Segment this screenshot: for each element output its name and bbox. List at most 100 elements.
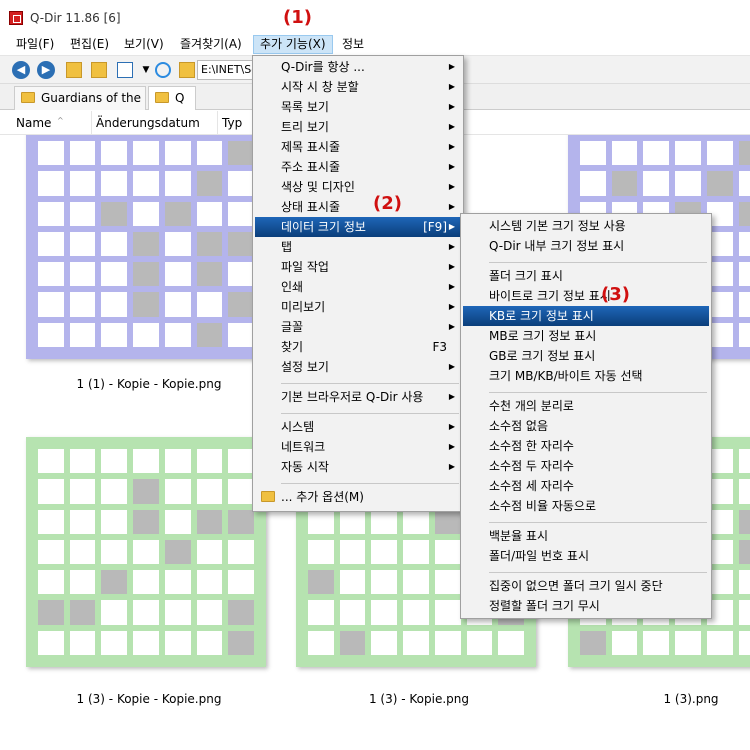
- file-name[interactable]: 1 (3) - Kopie - Kopie.png: [29, 692, 269, 706]
- thumbnail-cell: [738, 630, 750, 655]
- thumbnail-cell: [101, 231, 128, 257]
- thumbnail-cell: [133, 231, 159, 257]
- thumbnail-cell: [403, 539, 429, 565]
- submenu-folder-size[interactable]: 폴더 크기 표시: [463, 266, 709, 286]
- submenu-no-decimal[interactable]: 소수점 없음: [463, 416, 709, 436]
- menu-item-more-options[interactable]: ... 추가 옵션(M): [255, 487, 461, 507]
- thumbnail-cell: [69, 141, 96, 166]
- file-name[interactable]: 1 (3) - Kopie.png: [299, 692, 539, 706]
- forward-icon[interactable]: ▶: [37, 61, 55, 79]
- thumbnail-cell: [675, 141, 701, 166]
- menu-item-list-view[interactable]: 목록 보기 ▶: [255, 97, 461, 117]
- menu-item-always[interactable]: Q-Dir를 항상 ... ▶: [255, 57, 461, 77]
- thumbnail-cell: [228, 479, 254, 504]
- menu-item-data-size[interactable]: 데이터 크기 정보 [F9] ▶: [255, 217, 461, 237]
- submenu-arrow-icon: ▶: [448, 262, 455, 271]
- refresh-icon[interactable]: [155, 62, 171, 78]
- submenu-kb[interactable]: KB로 크기 정보 표시: [463, 306, 709, 326]
- submenu-count[interactable]: 폴더/파일 번호 표시: [463, 546, 709, 566]
- thumbnail-cell: [101, 322, 128, 347]
- thumbnail-cell: [69, 539, 96, 565]
- column-name[interactable]: ^ Name: [12, 111, 92, 135]
- menu-view[interactable]: 보기(V): [118, 35, 170, 54]
- menu-item-colors[interactable]: 색상 및 디자인 ▶: [255, 177, 461, 197]
- submenu-auto-decimal[interactable]: 소수점 비율 자동으로: [463, 496, 709, 516]
- menu-item-system[interactable]: 시스템 ▶: [255, 417, 461, 437]
- menu-item-title-bar[interactable]: 제목 표시줄 ▶: [255, 137, 461, 157]
- view-mode-icon[interactable]: [117, 62, 133, 78]
- submenu-system-default[interactable]: 시스템 기본 크기 정보 사용: [463, 216, 709, 236]
- data-size-submenu: 시스템 기본 크기 정보 사용 Q-Dir 내부 크기 정보 표시 폴더 크기 …: [460, 213, 712, 619]
- submenu-arrow-icon: ▶: [448, 302, 455, 311]
- thumbnail-cell: [69, 630, 96, 655]
- menu-item-tree-view[interactable]: 트리 보기 ▶: [255, 117, 461, 137]
- back-icon[interactable]: ◀: [12, 61, 30, 79]
- submenu-ignore-sort[interactable]: 정렬할 폴더 크기 무시: [463, 596, 709, 616]
- view-dropdown-icon[interactable]: ▼: [138, 62, 154, 78]
- submenu-thousands[interactable]: 수천 개의 분리로: [463, 396, 709, 416]
- menu-file[interactable]: 파일(F): [10, 35, 60, 54]
- menu-extras[interactable]: 추가 기능(X): [253, 35, 333, 54]
- new-folder-icon[interactable]: [91, 62, 107, 78]
- menu-info[interactable]: 정보: [336, 35, 370, 54]
- thumbnail-cell: [228, 322, 254, 347]
- menu-item-network[interactable]: 네트워크 ▶: [255, 437, 461, 457]
- thumbnail-cell: [738, 292, 750, 317]
- submenu-one-decimal[interactable]: 소수점 한 자리수: [463, 436, 709, 456]
- submenu-qdir-internal[interactable]: Q-Dir 내부 크기 정보 표시: [463, 236, 709, 256]
- menu-item-split[interactable]: 시작 시 창 분할 ▶: [255, 77, 461, 97]
- folder-icon: [261, 491, 275, 502]
- submenu-gb[interactable]: GB로 크기 정보 표시: [463, 346, 709, 366]
- thumbnail-cell: [101, 201, 128, 226]
- menu-item-font[interactable]: 글꼴 ▶: [255, 317, 461, 337]
- menu-bar: 파일(F) 편집(E) 보기(V) 즐겨찾기(A) 추가 기능(X) 정보: [0, 32, 750, 56]
- file-name[interactable]: 1 (3).png: [571, 692, 750, 706]
- thumbnail-1[interactable]: [26, 135, 266, 359]
- menu-edit[interactable]: 편집(E): [64, 35, 115, 54]
- thumbnail-cell: [738, 600, 750, 625]
- thumbnail-cell: [38, 630, 64, 655]
- thumbnail-cell: [133, 292, 159, 317]
- extras-menu: Q-Dir를 항상 ... ▶ 시작 시 창 분할 ▶ 목록 보기 ▶ 트리 보기 ▶ …: [252, 55, 464, 512]
- menu-separator: [281, 383, 459, 384]
- thumbnail-cell: [133, 171, 159, 196]
- thumbnail-cell: [196, 171, 223, 196]
- menu-item-find[interactable]: 찾기 F3: [255, 337, 461, 357]
- submenu-auto-unit[interactable]: 크기 MB/KB/바이트 자동 선택: [463, 366, 709, 386]
- thumbnail-cell: [339, 600, 366, 625]
- thumbnail-cell: [164, 509, 191, 534]
- menu-item-default-browser[interactable]: 기본 브라우저로 Q-Dir 사용 ▶: [255, 387, 461, 407]
- thumbnail-cell: [164, 600, 191, 625]
- submenu-three-decimal[interactable]: 소수점 세 자리수: [463, 476, 709, 496]
- menu-item-status-bar[interactable]: 상태 표시줄 ▶: [255, 197, 461, 217]
- thumbnail-cell: [434, 539, 461, 565]
- thumbnail-3[interactable]: [26, 437, 266, 667]
- thumbnail-cell: [69, 231, 96, 257]
- address-bar[interactable]: E:\INET\Sc: [197, 60, 257, 80]
- thumbnail-cell: [69, 479, 96, 504]
- tab-guardians[interactable]: Guardians of the ...: [14, 86, 146, 127]
- thumbnail-cell: [228, 449, 254, 474]
- folder-up-icon[interactable]: [66, 62, 82, 78]
- menu-item-address-bar[interactable]: 주소 표시줄 ▶: [255, 157, 461, 177]
- menu-item-autostart[interactable]: 자동 시작 ▶: [255, 457, 461, 477]
- thumbnail-cell: [403, 600, 429, 625]
- submenu-bytes[interactable]: 바이트로 크기 정보 표시: [463, 286, 709, 306]
- file-name[interactable]: 1 (1) - Kopie - Kopie.png: [29, 377, 269, 391]
- submenu-two-decimal[interactable]: 소수점 두 자리수: [463, 456, 709, 476]
- menu-item-view-settings[interactable]: 설정 보기 ▶: [255, 357, 461, 377]
- menu-item-tabs[interactable]: 탭 ▶: [255, 237, 461, 257]
- menu-item-preview[interactable]: 미리보기 ▶: [255, 297, 461, 317]
- menu-item-print[interactable]: 인쇄 ▶: [255, 277, 461, 297]
- submenu-suspend[interactable]: 집중이 없으면 폴더 크기 일시 중단: [463, 576, 709, 596]
- tab-q[interactable]: Q: [148, 86, 196, 110]
- submenu-percent[interactable]: 백분율 표시: [463, 526, 709, 546]
- column-type[interactable]: Typ: [218, 111, 254, 135]
- submenu-mb[interactable]: MB로 크기 정보 표시: [463, 326, 709, 346]
- menu-favorites[interactable]: 즐겨찾기(A): [174, 35, 248, 54]
- thumbnail-cell: [38, 509, 64, 534]
- thumbnail-cell: [69, 449, 96, 474]
- column-modified[interactable]: Änderungsdatum: [92, 111, 218, 135]
- thumbnail-cell: [228, 201, 254, 226]
- menu-item-file-ops[interactable]: 파일 작업 ▶: [255, 257, 461, 277]
